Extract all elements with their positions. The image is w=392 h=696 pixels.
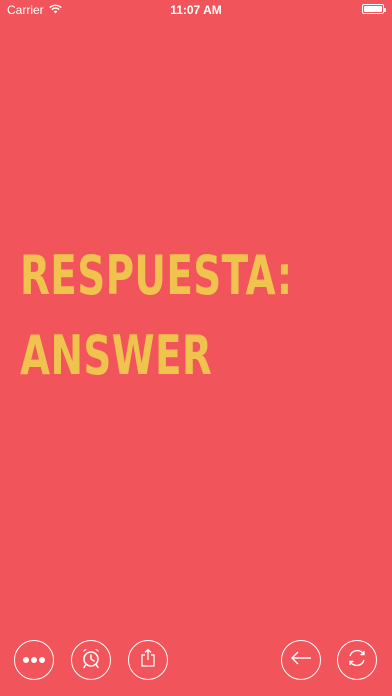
alarm-button[interactable] [71,640,111,680]
refresh-icon [345,646,369,675]
share-button[interactable] [128,640,168,680]
back-button[interactable] [281,640,321,680]
answer-line-1: RESPUESTA: [20,244,293,307]
alarm-clock-icon [80,647,102,674]
more-icon [22,651,46,669]
back-arrow-icon [289,650,313,671]
share-icon [139,648,157,673]
status-time: 11:07 AM [170,3,222,17]
more-button[interactable] [14,640,54,680]
answer-line-2: ANSWER [20,324,213,387]
refresh-button[interactable] [337,640,377,680]
answer-card-text: RESPUESTA: ANSWER [20,236,292,396]
status-right [362,4,386,14]
battery-icon [362,4,386,14]
status-bar: Carrier 11:07 AM [0,0,392,20]
